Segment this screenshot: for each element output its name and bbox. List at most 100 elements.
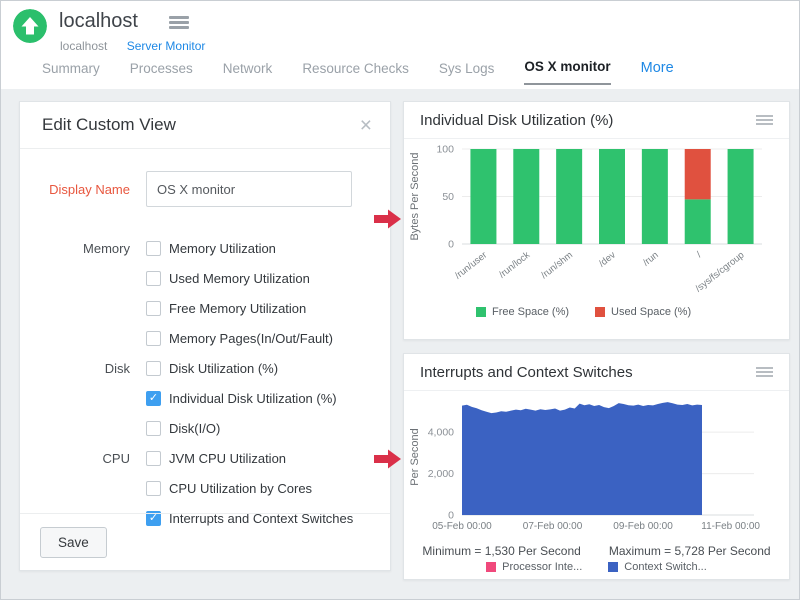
metric-option-label: Memory Pages(In/Out/Fault) <box>169 331 333 346</box>
chart-menu-icon[interactable] <box>756 115 773 126</box>
edit-custom-view-panel: Edit Custom View × Display Name MemoryMe… <box>19 101 391 571</box>
minimum-stat: Minimum = 1,530 Per Second <box>422 544 580 558</box>
interrupts-chart-title: Interrupts and Context Switches <box>420 364 633 381</box>
save-button[interactable]: Save <box>40 527 107 558</box>
legend-item[interactable]: Free Space (%) <box>476 306 569 318</box>
svg-text:07-Feb 00:00: 07-Feb 00:00 <box>523 521 583 532</box>
svg-text:/run/user: /run/user <box>453 250 489 282</box>
checkbox-unchecked[interactable] <box>146 331 161 346</box>
app-window: localhost localhost Server Monitor Summa… <box>0 0 800 600</box>
title-hamburger-icon[interactable] <box>169 16 189 29</box>
legend-label: Processor Inte... <box>502 561 582 573</box>
metric-option-label: Disk Utilization (%) <box>169 361 278 376</box>
metric-option-label: Used Memory Utilization <box>169 271 310 286</box>
interrupts-area-chart: 0 2,000 4,000 Per Second 05-Feb 00:00 07-Feb … <box>404 391 774 537</box>
legend-item[interactable]: Context Switch... <box>608 561 707 573</box>
svg-text:Per Second: Per Second <box>409 428 421 485</box>
svg-text:/: / <box>695 249 704 260</box>
svg-text:0: 0 <box>448 510 454 522</box>
metric-option-label: Memory Utilization <box>169 241 276 256</box>
metric-row: ✓ Individual Disk Utilization (%) <box>20 383 390 413</box>
tab-os-x-monitor[interactable]: OS X monitor <box>524 59 610 85</box>
checkbox-unchecked[interactable] <box>146 481 161 496</box>
tab-resource-checks[interactable]: Resource Checks <box>302 61 409 85</box>
breadcrumb: localhost Server Monitor <box>60 39 205 53</box>
checkbox-unchecked[interactable] <box>146 361 161 376</box>
app-header: localhost localhost Server Monitor Summa… <box>1 1 799 89</box>
metric-option-label: Individual Disk Utilization (%) <box>169 391 337 406</box>
tab-more[interactable]: More <box>641 60 674 85</box>
svg-text:/dev: /dev <box>597 250 618 270</box>
min-max-stats: Minimum = 1,530 Per Second Maximum = 5,7… <box>404 544 789 558</box>
legend-label: Used Space (%) <box>611 306 691 318</box>
content-area: Edit Custom View × Display Name MemoryMe… <box>1 89 799 599</box>
metric-row: Disk Disk Utilization (%) <box>20 353 390 383</box>
svg-text:0: 0 <box>448 239 454 251</box>
metric-option-label: CPU Utilization by Cores <box>169 481 312 496</box>
display-name-label: Display Name <box>20 182 146 197</box>
metric-row: MemoryMemory Utilization <box>20 233 390 263</box>
svg-text:/run: /run <box>641 250 661 269</box>
svg-text:/run/shm: /run/shm <box>539 250 575 281</box>
svg-text:Bytes Per Second: Bytes Per Second <box>409 152 421 240</box>
legend-swatch-icon <box>476 307 486 317</box>
disk-utilization-bar-chart: 0 50 100 Bytes Per Second/run/user/run/lock… <box>404 139 774 299</box>
checkbox-unchecked[interactable] <box>146 301 161 316</box>
breadcrumb-host: localhost <box>60 39 107 53</box>
breadcrumb-server-monitor-link[interactable]: Server Monitor <box>127 39 206 53</box>
metric-row: CPU Utilization by Cores <box>20 473 390 503</box>
metric-option-label: JVM CPU Utilization <box>169 451 286 466</box>
monitor-title: localhost <box>59 10 138 33</box>
interrupts-card: Interrupts and Context Switches 0 2,000 4,… <box>403 353 790 580</box>
interrupts-chart-header: Interrupts and Context Switches <box>404 354 789 391</box>
checkbox-unchecked[interactable] <box>146 271 161 286</box>
disk-utilization-card: Individual Disk Utilization (%) 0 50 100 By… <box>403 101 790 340</box>
panel-footer: Save <box>20 513 390 570</box>
svg-text:05-Feb 00:00: 05-Feb 00:00 <box>432 521 492 532</box>
maximum-stat: Maximum = 5,728 Per Second <box>609 544 771 558</box>
metric-row: Disk(I/O) <box>20 413 390 443</box>
svg-text:100: 100 <box>436 144 454 156</box>
checkbox-unchecked[interactable] <box>146 241 161 256</box>
svg-text:4,000: 4,000 <box>428 427 454 439</box>
panel-title: Edit Custom View <box>42 115 176 135</box>
metric-row: CPU JVM CPU Utilization <box>20 443 390 473</box>
tab-summary[interactable]: Summary <box>42 61 100 85</box>
disk-chart-header: Individual Disk Utilization (%) <box>404 102 789 139</box>
checkbox-unchecked[interactable] <box>146 451 161 466</box>
svg-text:/run/lock: /run/lock <box>497 250 532 281</box>
legend-swatch-icon <box>608 562 618 572</box>
metric-row: Memory Pages(In/Out/Fault) <box>20 323 390 353</box>
svg-text:50: 50 <box>442 191 454 203</box>
tab-processes[interactable]: Processes <box>130 61 193 85</box>
interrupts-chart-legend: Processor Inte... Context Switch... <box>404 561 789 573</box>
group-label: CPU <box>20 451 146 466</box>
legend-label: Context Switch... <box>624 561 707 573</box>
panel-header: Edit Custom View × <box>20 102 390 149</box>
display-name-input[interactable] <box>146 171 352 207</box>
svg-text:11-Feb 00:00: 11-Feb 00:00 <box>701 521 760 532</box>
legend-item[interactable]: Used Space (%) <box>595 306 691 318</box>
disk-chart-legend: Free Space (%) Used Space (%) <box>476 306 789 318</box>
chart-menu-icon[interactable] <box>756 367 773 378</box>
close-icon[interactable]: × <box>360 115 372 136</box>
metric-row: Free Memory Utilization <box>20 293 390 323</box>
svg-text:09-Feb 00:00: 09-Feb 00:00 <box>613 521 673 532</box>
arrow-right-icon <box>374 449 402 469</box>
server-status-icon <box>13 9 47 43</box>
tab-sys-logs[interactable]: Sys Logs <box>439 61 495 85</box>
legend-item[interactable]: Processor Inte... <box>486 561 582 573</box>
legend-swatch-icon <box>595 307 605 317</box>
checkbox-unchecked[interactable] <box>146 421 161 436</box>
tab-network[interactable]: Network <box>223 61 273 85</box>
metric-row: Used Memory Utilization <box>20 263 390 293</box>
arrow-right-icon <box>374 209 402 229</box>
metric-option-label: Disk(I/O) <box>169 421 220 436</box>
svg-text:2,000: 2,000 <box>428 468 454 480</box>
disk-chart-title: Individual Disk Utilization (%) <box>420 112 613 129</box>
tab-bar: Summary Processes Network Resource Checks Sy… <box>42 59 674 85</box>
legend-swatch-icon <box>486 562 496 572</box>
checkbox-checked[interactable]: ✓ <box>146 391 161 406</box>
group-label: Disk <box>20 361 146 376</box>
display-name-row: Display Name <box>20 171 390 207</box>
